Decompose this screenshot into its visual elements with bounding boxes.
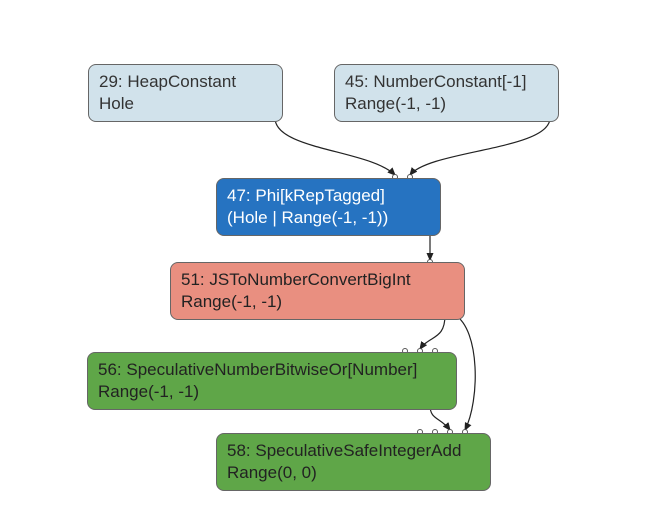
node-id: 47 xyxy=(227,186,246,205)
node-id: 45 xyxy=(345,72,364,91)
node-phi[interactable]: 47: Phi[kRepTagged] (Hole | Range(-1, -1… xyxy=(216,178,441,236)
node-id: 58 xyxy=(227,441,246,460)
node-detail: Range(0, 0) xyxy=(227,463,317,482)
node-id: 51 xyxy=(181,270,200,289)
node-detail: Range(-1, -1) xyxy=(181,292,282,311)
node-label: JSToNumberConvertBigInt xyxy=(209,270,410,289)
node-heapconstant[interactable]: 29: HeapConstant Hole xyxy=(88,64,283,122)
node-id: 56 xyxy=(98,360,117,379)
node-jstonumber[interactable]: 51: JSToNumberConvertBigInt Range(-1, -1… xyxy=(170,262,465,320)
node-label: SpeculativeNumberBitwiseOr[Number] xyxy=(126,360,417,379)
node-detail: (Hole | Range(-1, -1)) xyxy=(227,208,388,227)
node-detail: Hole xyxy=(99,94,134,113)
node-label: HeapConstant xyxy=(127,72,236,91)
node-label: Phi[kRepTagged] xyxy=(255,186,384,205)
node-label: NumberConstant[-1] xyxy=(373,72,526,91)
node-bitwiseor[interactable]: 56: SpeculativeNumberBitwiseOr[Number] R… xyxy=(87,352,457,410)
node-detail: Range(-1, -1) xyxy=(98,382,199,401)
node-id: 29 xyxy=(99,72,118,91)
node-label: SpeculativeSafeIntegerAdd xyxy=(255,441,461,460)
node-detail: Range(-1, -1) xyxy=(345,94,446,113)
node-safeintegeradd[interactable]: 58: SpeculativeSafeIntegerAdd Range(0, 0… xyxy=(216,433,491,491)
node-numberconstant[interactable]: 45: NumberConstant[-1] Range(-1, -1) xyxy=(334,64,559,122)
